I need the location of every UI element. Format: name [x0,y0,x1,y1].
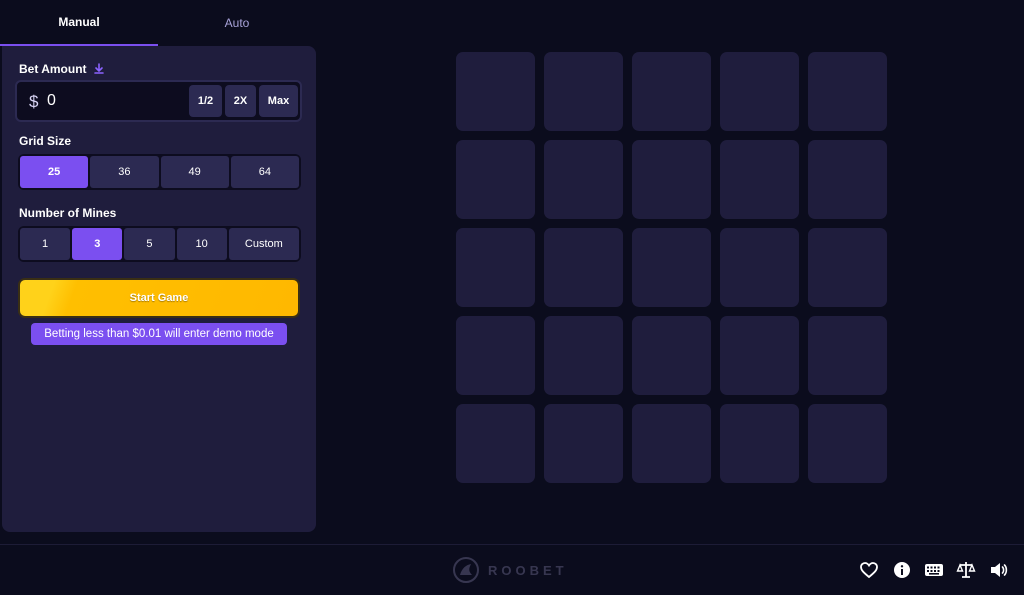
board-tile[interactable] [456,140,535,219]
bet-amount-input[interactable] [47,89,187,113]
footer-bar: ROOBET [0,544,1024,595]
mode-tabs: Manual Auto [0,0,316,46]
board-tile[interactable] [720,52,799,131]
board-tile[interactable] [456,228,535,307]
board-tile[interactable] [720,404,799,483]
bet-amount-field: $ 1/2 2X Max [15,80,302,122]
bet-amount-label: Bet Amount [19,62,105,76]
board-tile[interactable] [456,316,535,395]
speaker-icon[interactable] [989,560,1009,580]
board-tile[interactable] [544,316,623,395]
mines-option[interactable]: 10 [176,228,227,260]
board-tile[interactable] [632,316,711,395]
board-tile[interactable] [808,140,887,219]
board-tile[interactable] [632,228,711,307]
board-tile[interactable] [720,228,799,307]
grid-size-option[interactable]: 36 [90,156,159,188]
board-tile[interactable] [632,52,711,131]
mines-selector: 1 3 5 10 Custom [18,226,301,262]
board-tile[interactable] [720,316,799,395]
mines-board [456,52,887,483]
scale-icon[interactable] [956,560,976,580]
board-tile[interactable] [808,52,887,131]
start-game-button[interactable]: Start Game [18,278,300,318]
board-tile[interactable] [456,404,535,483]
logo-text: ROOBET [488,562,568,578]
tab-manual[interactable]: Manual [0,0,158,46]
board-tile[interactable] [544,52,623,131]
grid-size-option[interactable]: 64 [230,156,299,188]
board-tile[interactable] [544,140,623,219]
mines-option[interactable]: 1 [20,228,71,260]
bet-amount-label-text: Bet Amount [19,62,87,76]
demo-mode-note: Betting less than $0.01 will enter demo … [31,323,287,345]
tab-auto[interactable]: Auto [158,0,316,46]
double-bet-button[interactable]: 2X [225,85,256,117]
grid-size-selector: 25 36 49 64 [18,154,301,190]
board-tile[interactable] [808,228,887,307]
grid-size-label: Grid Size [19,134,72,148]
board-tile[interactable] [544,228,623,307]
info-icon[interactable] [892,560,912,580]
kangaroo-logo-icon [453,557,479,583]
keyboard-icon[interactable] [924,560,944,580]
roobet-logo: ROOBET [452,555,568,585]
mines-option[interactable]: 5 [124,228,175,260]
mines-option-custom[interactable]: Custom [228,228,300,260]
board-tile[interactable] [720,140,799,219]
board-tile[interactable] [456,52,535,131]
mines-label: Number of Mines [19,206,117,220]
board-tile[interactable] [808,404,887,483]
half-bet-button[interactable]: 1/2 [189,85,222,117]
bet-panel: Bet Amount $ 1/2 2X Max Grid Size 25 36 … [2,46,316,532]
heart-icon[interactable] [859,560,879,580]
mines-option[interactable]: 3 [72,228,123,260]
board-tile[interactable] [544,404,623,483]
grid-size-option[interactable]: 49 [160,156,229,188]
grid-size-option[interactable]: 25 [20,156,89,188]
board-tile[interactable] [632,404,711,483]
board-tile[interactable] [808,316,887,395]
currency-symbol: $ [29,92,39,111]
board-tile[interactable] [632,140,711,219]
max-bet-button[interactable]: Max [259,85,298,117]
coin-icon [93,63,105,75]
